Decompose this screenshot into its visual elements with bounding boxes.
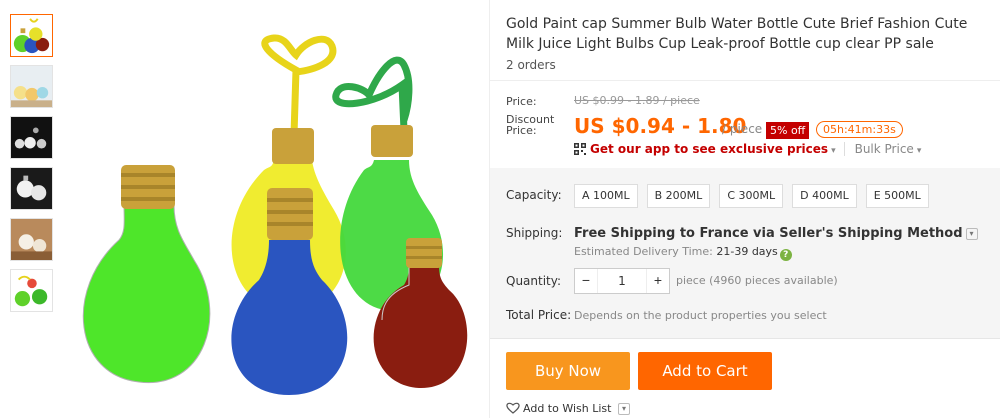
divider	[490, 80, 1000, 81]
product-page: Gold Paint cap Summer Bulb Water Bottle …	[0, 0, 1000, 418]
total-price-value: Depends on the product properties you se…	[574, 309, 827, 322]
wishlist-label: Add to Wish List	[523, 402, 612, 415]
shipping-label: Shipping:	[506, 226, 563, 240]
bulk-price-label: Bulk Price	[854, 142, 914, 156]
countdown-timer: 05h:41m:33s	[816, 121, 903, 138]
capacity-option-d[interactable]: D 400ML	[792, 184, 857, 208]
thumbnail-list	[10, 14, 54, 320]
discount-price-label: Discount Price:	[506, 113, 555, 137]
original-price: US $0.99 - 1.89 / piece	[574, 94, 700, 107]
price-unit: / piece	[722, 122, 763, 136]
thumbnail-5[interactable]	[10, 218, 53, 261]
main-product-image[interactable]	[64, 10, 484, 410]
buy-now-button[interactable]: Buy Now	[506, 352, 630, 390]
shipping-dropdown-icon[interactable]: ▾	[965, 228, 978, 240]
thumbnail-2[interactable]	[10, 65, 53, 108]
capacity-options: A 100ML B 200ML C 300ML D 400ML E 500ML	[574, 184, 938, 208]
capacity-option-c[interactable]: C 300ML	[719, 184, 784, 208]
delivery-days: 21-39 days	[716, 245, 778, 258]
capacity-label: Capacity:	[506, 188, 562, 202]
price-label: Price:	[506, 95, 537, 108]
discount-badge: 5% off	[766, 122, 810, 139]
chevron-down-icon[interactable]: ▾	[831, 146, 836, 156]
chevron-down-icon[interactable]: ▾	[617, 403, 630, 415]
heart-icon	[506, 402, 520, 414]
quantity-stepper: − +	[574, 268, 670, 294]
app-exclusive-prices-link[interactable]: Get our app to see exclusive prices	[590, 142, 828, 156]
bulk-price-link[interactable]: Bulk Price ▾	[843, 142, 922, 156]
bulb-bottles-dark-icon	[11, 117, 52, 158]
quantity-increase-button[interactable]: +	[647, 269, 669, 293]
thumbnail-4[interactable]	[10, 167, 53, 210]
capacity-option-a[interactable]: A 100ML	[574, 184, 638, 208]
discount-price: US $0.94 - 1.80	[574, 114, 747, 138]
capacity-option-b[interactable]: B 200ML	[646, 184, 711, 208]
bulb-bottles-green-icon	[11, 270, 52, 311]
chevron-down-icon: ▾	[916, 146, 922, 156]
product-info-panel: Gold Paint cap Summer Bulb Water Bottle …	[489, 0, 1000, 418]
quantity-input[interactable]	[597, 269, 647, 293]
help-icon[interactable]: ?	[779, 249, 792, 261]
total-price-label: Total Price:	[506, 308, 572, 322]
bulb-bottles-photo-icon	[64, 10, 484, 410]
thumbnail-6[interactable]	[10, 269, 53, 312]
quantity-label: Quantity:	[506, 274, 562, 288]
bulb-bottles-colored-icon	[11, 15, 52, 56]
add-to-cart-button[interactable]: Add to Cart	[638, 352, 772, 390]
delivery-estimate: Estimated Delivery Time: 21-39 days?	[574, 245, 792, 261]
quantity-available: piece (4960 pieces available)	[676, 274, 838, 287]
thumbnail-3[interactable]	[10, 116, 53, 159]
capacity-option-e[interactable]: E 500ML	[865, 184, 929, 208]
order-count: 2 orders	[506, 58, 556, 72]
quantity-decrease-button[interactable]: −	[575, 269, 597, 293]
shipping-method-text: Free Shipping to France via Seller's Shi…	[574, 226, 963, 241]
bulb-bottles-wood-icon	[11, 219, 52, 260]
shipping-method: Free Shipping to France via Seller's Shi…	[574, 226, 978, 241]
qr-code-icon	[574, 143, 586, 155]
add-to-wishlist-link[interactable]: Add to Wish List ▾	[506, 402, 630, 415]
bulb-bottles-white-icon	[11, 168, 52, 209]
original-price-row: Price: US $0.99 - 1.89 / piece	[506, 94, 996, 108]
product-title: Gold Paint cap Summer Bulb Water Bottle …	[506, 16, 968, 52]
divider	[490, 338, 1000, 339]
bulb-bottles-table-icon	[11, 66, 52, 107]
thumbnail-1[interactable]	[10, 14, 53, 57]
app-promo-row: Get our app to see exclusive prices ▾ Bulk…	[574, 142, 922, 156]
delivery-estimate-label: Estimated Delivery Time:	[574, 245, 713, 258]
